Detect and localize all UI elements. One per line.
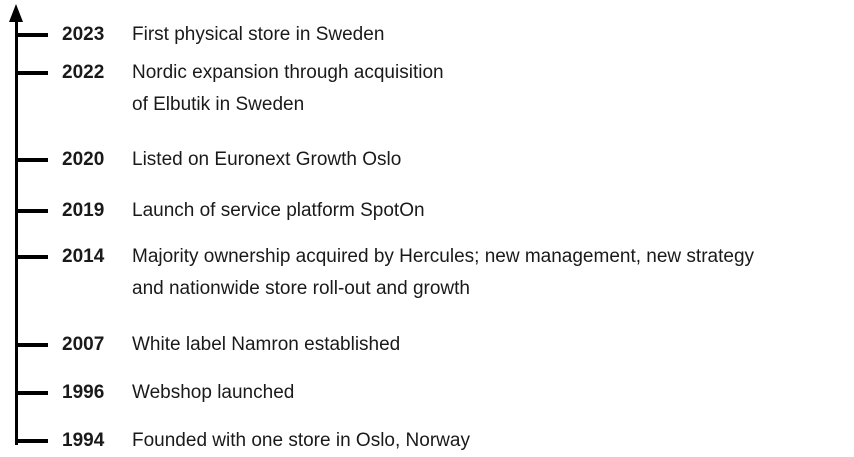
description-line: and nationwide store roll-out and growth bbox=[132, 278, 470, 299]
timeline-year: 2022 bbox=[62, 62, 105, 83]
timeline-year: 1996 bbox=[62, 382, 105, 403]
timeline-description: Webshop launched bbox=[132, 377, 294, 409]
timeline-year: 2020 bbox=[62, 149, 105, 170]
timeline-description: First physical store in Sweden bbox=[132, 19, 384, 51]
timeline-year: 2023 bbox=[62, 24, 105, 45]
timeline-description: Listed on Euronext Growth Oslo bbox=[132, 144, 401, 176]
timeline-tick bbox=[15, 255, 48, 259]
timeline-tick bbox=[15, 343, 48, 347]
timeline-tick bbox=[15, 209, 48, 213]
description-line: Majority ownership acquired by Hercules;… bbox=[132, 246, 755, 267]
description-line: Webshop launched bbox=[132, 382, 295, 403]
description-line: Listed on Euronext Growth Oslo bbox=[132, 149, 402, 170]
description-line: Nordic expansion through acquisition bbox=[132, 62, 444, 83]
timeline-tick bbox=[15, 71, 48, 75]
timeline-year: 1994 bbox=[62, 430, 105, 451]
timeline-tick bbox=[15, 158, 48, 162]
arrow-up-icon bbox=[9, 4, 23, 22]
timeline-description: Nordic expansion through acquisition of … bbox=[132, 57, 444, 121]
timeline-axis bbox=[15, 20, 18, 445]
timeline-description: Launch of service platform SpotOn bbox=[132, 195, 425, 227]
timeline-year: 2007 bbox=[62, 334, 105, 355]
timeline-year: 2019 bbox=[62, 200, 105, 221]
timeline-tick bbox=[15, 33, 48, 37]
timeline-description: White label Namron established bbox=[132, 329, 400, 361]
description-line: of Elbutik in Sweden bbox=[132, 94, 305, 115]
description-line: Launch of service platform SpotOn bbox=[132, 200, 425, 221]
timeline-description: Majority ownership acquired by Hercules;… bbox=[132, 241, 754, 305]
timeline-description: Founded with one store in Oslo, Norway bbox=[132, 425, 470, 457]
timeline-year: 2014 bbox=[62, 246, 105, 267]
description-line: Founded with one store in Oslo, Norway bbox=[132, 430, 470, 451]
timeline-tick bbox=[15, 439, 48, 443]
description-line: First physical store in Sweden bbox=[132, 24, 385, 45]
timeline-tick bbox=[15, 391, 48, 395]
description-line: White label Namron established bbox=[132, 334, 401, 355]
